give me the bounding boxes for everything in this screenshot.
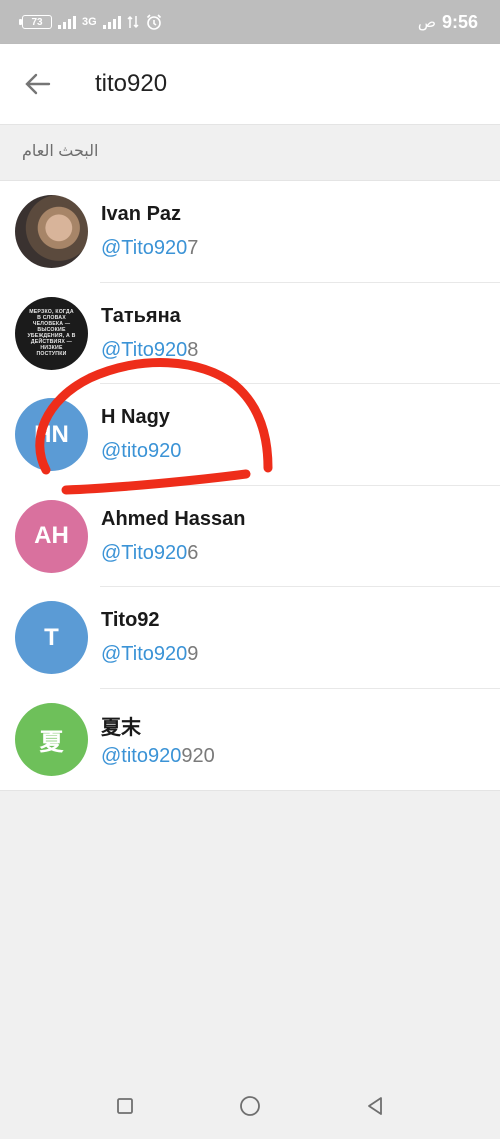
list-item[interactable]: 夏 夏末 @tito920920 [0,689,500,791]
signal-icon [58,15,76,29]
section-title: البحث العام [22,143,99,160]
avatar [15,195,88,268]
data-transfer-icon [127,15,139,29]
square-icon [117,1098,133,1114]
status-icons: 73 3G [19,13,163,31]
time-suffix: ص [417,14,436,31]
back-button[interactable] [22,68,54,100]
contact-name: Tito92 [101,609,160,631]
contact-name: Ahmed Hassan [101,507,246,530]
battery-icon: 73 [19,15,52,29]
arrow-left-icon [25,73,51,95]
avatar: 夏 [15,702,88,776]
contact-name: H Nagy [101,406,170,428]
list-item[interactable]: HN H Nagy @tito920 [0,384,500,486]
navigation-bar [0,1070,500,1139]
results-list: Ivan Paz @Tito9207 МЕРЗКО, КОГДА В СЛОВА… [0,180,500,791]
avatar-text: МЕРЗКО, КОГДА В СЛОВАХ ЧЕЛОВЕКА — ВЫСОКИ… [27,309,76,357]
circle-icon [240,1096,260,1116]
search-header: tito920 [0,44,500,124]
status-bar: 73 3G ص 9:56 [0,0,500,44]
alarm-icon [146,14,161,30]
contact-username: @Tito9209 [101,643,199,665]
avatar: T [15,601,88,674]
triangle-back-icon [368,1097,382,1115]
contact-username: @tito920 [101,440,182,462]
section-header: البحث العام [0,124,500,180]
list-item[interactable]: МЕРЗКО, КОГДА В СЛОВАХ ЧЕЛОВЕКА — ВЫСОКИ… [0,283,500,384]
avatar: HN [15,398,88,471]
list-item[interactable]: AH Ahmed Hassan @Tito9206 [0,486,500,587]
avatar: МЕРЗКО, КОГДА В СЛОВАХ ЧЕЛОВЕКА — ВЫСОКИ… [15,296,88,370]
list-item[interactable]: T Tito92 @Tito9209 [0,587,500,689]
contact-name: Татьяна [101,304,181,327]
avatar: AH [15,499,88,573]
search-input[interactable]: tito920 [95,70,167,98]
contact-username: @Tito9208 [101,338,199,361]
contact-name: Ivan Paz [101,203,182,225]
contact-name: 夏末 [101,716,141,739]
home-button[interactable] [238,1094,262,1118]
time: 9:56 [441,11,478,32]
signal-icon-2 [102,15,121,29]
contact-username: @Tito9206 [101,541,199,564]
list-item[interactable]: Ivan Paz @Tito9207 [0,181,500,283]
recents-button[interactable] [113,1094,137,1118]
contact-username: @tito920920 [101,744,215,767]
back-nav-button[interactable] [363,1094,387,1118]
network-type: 3G [82,16,97,28]
clock: ص 9:56 [418,12,478,33]
contact-username: @Tito9207 [101,237,199,259]
